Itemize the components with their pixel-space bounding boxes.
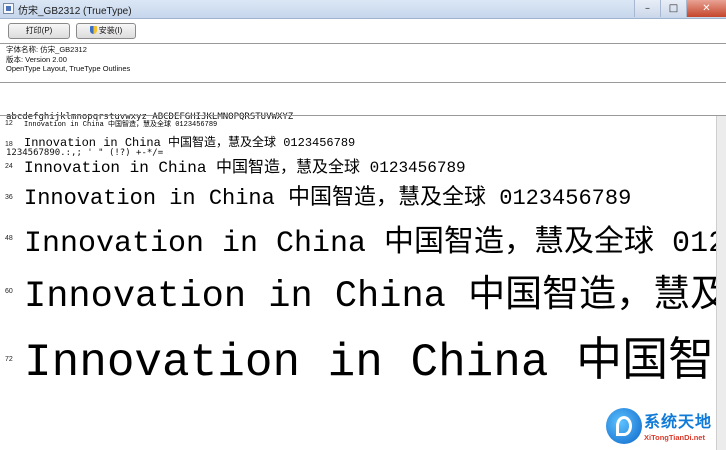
watermark-logo-icon xyxy=(606,408,642,444)
size-label: 48 xyxy=(5,235,13,242)
window-title: 仿宋_GB2312 (TrueType) xyxy=(18,6,132,17)
maximize-button[interactable]: □ xyxy=(660,0,686,17)
sample-text: Innovation in China 中国智造，慧及全球 0123456789 xyxy=(24,186,632,211)
info-divider xyxy=(0,82,726,83)
shield-icon xyxy=(89,26,97,34)
font-preview-window: 仿宋_GB2312 (TrueType) – □ ✕ 打印(P) 安装(I) 字… xyxy=(0,0,726,450)
font-outline-line: OpenType Layout, TrueType Outlines xyxy=(6,64,131,73)
font-name-line: 字体名称: 仿宋_GB2312 xyxy=(6,45,87,54)
sample-text: Innovation in China 中国智造，慧及全球 0123456789 xyxy=(24,337,726,389)
vertical-scrollbar[interactable] xyxy=(716,116,726,450)
sample-text: Innovation in China 中国智造，慧及全球 0123456789 xyxy=(24,276,726,318)
app-icon xyxy=(3,3,14,14)
size-label: 72 xyxy=(5,356,13,363)
watermark-title: 系统天地 xyxy=(644,412,713,431)
watermark-url: XiTongTianDi.net xyxy=(644,433,705,442)
font-version-line: 版本: Version 2.00 xyxy=(6,54,67,64)
sample-text: Innovation in China 中国智造，慧及全球 0123456789 xyxy=(24,159,466,177)
close-button[interactable]: ✕ xyxy=(686,0,726,17)
toolbar-divider xyxy=(0,43,726,44)
size-label: 12 xyxy=(5,120,13,127)
sample-text: Innovation in China 中国智造，慧及全球 0123456789 xyxy=(24,121,218,129)
size-label: 24 xyxy=(5,163,13,170)
install-button-label: 安装(I) xyxy=(98,26,123,35)
window-controls: – □ ✕ xyxy=(634,0,726,17)
size-label: 18 xyxy=(5,141,13,148)
print-button-label: 打印(P) xyxy=(25,26,53,35)
size-label: 36 xyxy=(5,194,13,201)
font-info: 字体名称: 仿宋_GB2312 版本: Version 2.00 OpenTyp… xyxy=(6,45,130,74)
sample-area[interactable]: 12 Innovation in China 中国智造，慧及全球 0123456… xyxy=(0,116,726,450)
print-button[interactable]: 打印(P) xyxy=(8,23,70,39)
watermark: 系统天地 XiTongTianDi.net xyxy=(604,404,724,448)
sample-text: Innovation in China 中国智造，慧及全球 0123456789 xyxy=(24,136,356,150)
toolbar: 打印(P) 安装(I) xyxy=(0,19,726,43)
minimize-button[interactable]: – xyxy=(634,0,660,17)
title-bar[interactable]: 仿宋_GB2312 (TrueType) – □ ✕ xyxy=(0,0,726,19)
sample-text: Innovation in China 中国智造，慧及全球 0123456789 xyxy=(24,227,726,261)
size-label: 60 xyxy=(5,288,13,295)
install-button[interactable]: 安装(I) xyxy=(76,23,136,39)
